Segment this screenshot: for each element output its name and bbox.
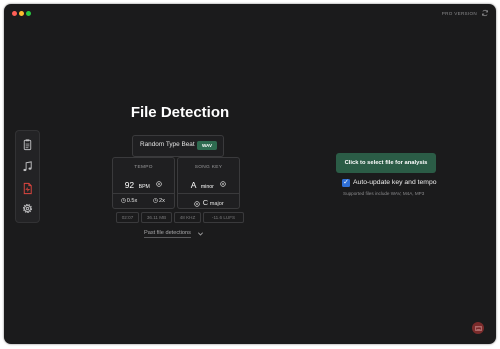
half-tempo-button[interactable]: 0.5x <box>114 198 144 204</box>
tempo-number: 92 <box>124 180 135 190</box>
double-tempo-label: 2x <box>159 198 165 204</box>
clipboard-icon[interactable] <box>21 138 34 151</box>
tempo-value: 92 BPM <box>113 175 174 193</box>
key-letter: A <box>190 180 197 190</box>
size-chip: 36.11 MB <box>141 212 172 223</box>
file-metadata: 02:07 36.11 MB 48 KHZ -11.6 LUFS <box>116 212 244 223</box>
double-tempo-button[interactable]: 2x <box>144 198 174 204</box>
gear-icon[interactable] <box>21 202 34 215</box>
keyboard-icon <box>474 325 482 331</box>
keyboard-shortcuts-button[interactable] <box>472 322 484 334</box>
half-tempo-label: 0.5x <box>126 198 138 204</box>
minimize-window-button[interactable] <box>19 11 24 16</box>
key-actions: C major <box>178 193 239 209</box>
auto-update-label[interactable]: Auto-update key and tempo <box>353 179 437 186</box>
music-note-icon[interactable] <box>21 160 34 173</box>
select-file-button[interactable]: Click to select file for analysis <box>336 153 436 173</box>
relative-key-button[interactable]: C major <box>193 198 225 207</box>
relative-key-mode: major <box>209 201 224 207</box>
song-key-label: SONG KEY <box>194 165 223 170</box>
tempo-label: TEMPO <box>134 165 153 170</box>
tempo-unit: BPM <box>138 184 150 190</box>
add-tempo-icon[interactable] <box>156 181 163 187</box>
relative-key-letter: C <box>202 198 209 207</box>
sidebar <box>15 130 40 223</box>
file-chip[interactable]: Random Type Beat WAV <box>132 135 224 157</box>
song-key-card: SONG KEY A minor C major <box>177 157 240 209</box>
auto-update-checkbox[interactable]: ✓ <box>342 179 350 187</box>
zoom-window-button[interactable] <box>26 11 31 16</box>
sample-rate-chip: 48 KHZ <box>174 212 201 223</box>
refresh-icon[interactable] <box>481 9 489 17</box>
supported-formats-text: Supported files include WAV, M4A, MP3 <box>343 191 425 196</box>
duration-chip: 02:07 <box>116 212 139 223</box>
page-title: File Detection <box>130 104 230 121</box>
double-time-icon <box>153 198 158 203</box>
audio-file-icon[interactable] <box>21 182 34 195</box>
app-window: PRO VERSION File Detection Random Type B… <box>4 4 496 344</box>
tempo-actions: 0.5x 2x <box>113 193 174 209</box>
add-key-icon[interactable] <box>220 181 226 187</box>
close-window-button[interactable] <box>12 11 17 16</box>
key-mode: minor <box>200 184 214 190</box>
file-name: Random Type Beat <box>140 141 195 148</box>
song-key-value: A minor <box>178 175 239 193</box>
chevron-down-icon[interactable] <box>197 231 204 237</box>
loudness-chip: -11.6 LUFS <box>203 212 244 223</box>
file-format-badge: WAV <box>197 141 217 150</box>
add-relative-key-icon <box>194 200 200 207</box>
half-time-icon <box>120 198 126 203</box>
pro-version-link[interactable]: PRO VERSION <box>442 11 477 16</box>
past-detections-link[interactable]: Past file detections <box>144 230 191 238</box>
tempo-card: TEMPO 92 BPM 0.5x 2x <box>112 157 175 209</box>
